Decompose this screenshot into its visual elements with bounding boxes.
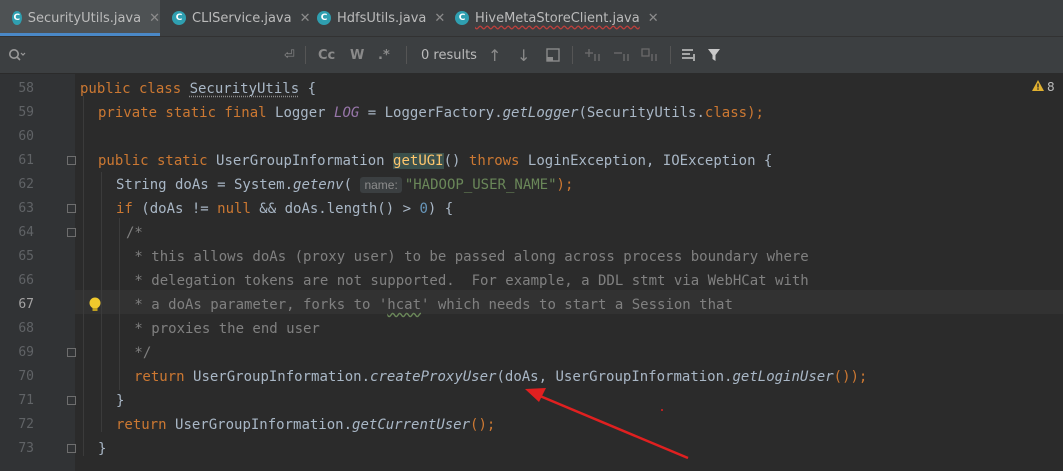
annotation-arrow bbox=[525, 388, 689, 460]
